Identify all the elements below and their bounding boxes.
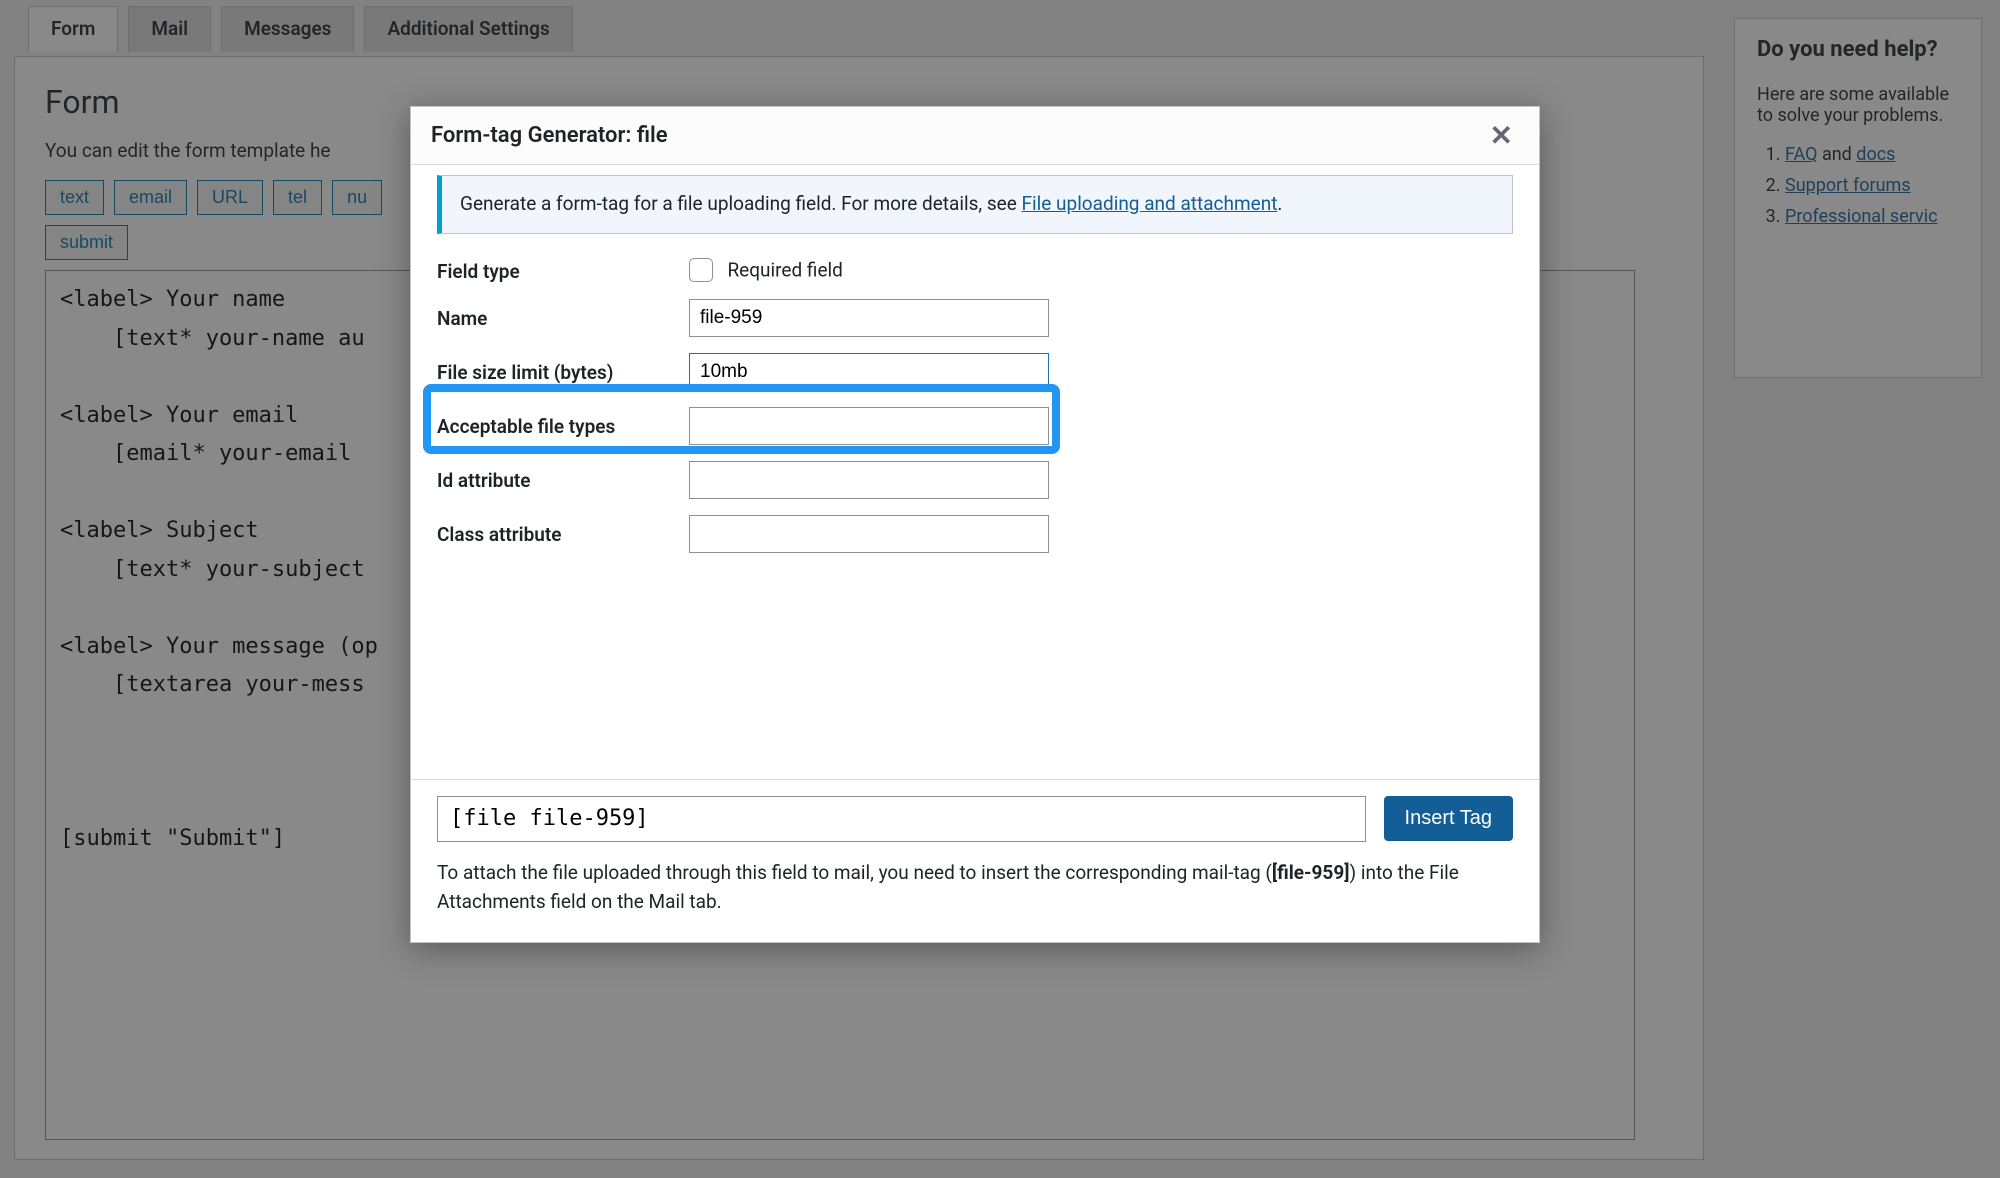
modal-title: Form-tag Generator: file: [431, 123, 668, 148]
row-field-type: Field type Required field: [437, 252, 1513, 283]
label-field-type: Field type: [437, 252, 689, 283]
name-field[interactable]: [689, 299, 1049, 337]
row-id-attribute: Id attribute: [437, 461, 1513, 499]
row-name: Name: [437, 299, 1513, 337]
generated-tag-output[interactable]: [437, 796, 1366, 842]
row-class-attribute: Class attribute: [437, 515, 1513, 553]
id-attribute-field[interactable]: [689, 461, 1049, 499]
acceptable-types-field[interactable]: [689, 407, 1049, 445]
info-box: Generate a form-tag for a file uploading…: [437, 175, 1513, 234]
file-upload-doc-link[interactable]: File uploading and attachment: [1022, 192, 1278, 215]
label-id-attribute: Id attribute: [437, 461, 689, 492]
required-checkbox-label: Required field: [727, 258, 842, 281]
label-file-size-limit: File size limit (bytes): [437, 353, 689, 384]
class-attribute-field[interactable]: [689, 515, 1049, 553]
row-file-size-limit: File size limit (bytes): [437, 353, 1513, 391]
footer-help-text: To attach the file uploaded through this…: [437, 858, 1513, 917]
label-acceptable-types: Acceptable file types: [437, 407, 689, 438]
required-checkbox[interactable]: [689, 258, 713, 282]
form-tag-generator-modal: Form-tag Generator: file ✕ Generate a fo…: [410, 106, 1540, 943]
row-acceptable-types: Acceptable file types: [437, 407, 1513, 445]
insert-tag-button[interactable]: Insert Tag: [1384, 796, 1513, 841]
label-name: Name: [437, 299, 689, 330]
label-class-attribute: Class attribute: [437, 515, 689, 546]
file-size-limit-field[interactable]: [689, 353, 1049, 391]
close-icon[interactable]: ✕: [1484, 119, 1519, 152]
